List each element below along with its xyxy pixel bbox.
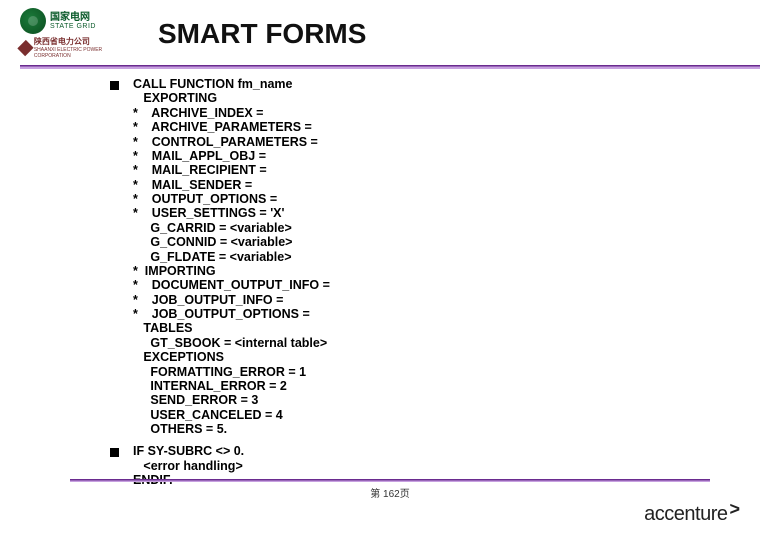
shaanxi-logo: 陕西省电力公司 SHAANXI ELECTRIC POWER CORPORATI… <box>20 36 130 59</box>
footer-divider <box>70 479 710 482</box>
state-grid-icon <box>20 8 46 34</box>
code-block-1: CALL FUNCTION fm_name EXPORTING * ARCHIV… <box>133 77 330 436</box>
state-grid-logo: 国家电网 STATE GRID <box>20 8 130 34</box>
shaanxi-cn: 陕西省电力公司 <box>34 36 130 47</box>
page-number: 第 162页 <box>370 485 409 500</box>
accenture-arrow-icon: > <box>729 499 740 520</box>
header-divider <box>20 65 760 69</box>
logo-area: 国家电网 STATE GRID 陕西省电力公司 SHAANXI ELECTRIC… <box>20 8 130 59</box>
content-area: CALL FUNCTION fm_name EXPORTING * ARCHIV… <box>0 77 780 488</box>
shaanxi-en: SHAANXI ELECTRIC POWER CORPORATION <box>34 47 130 59</box>
accenture-logo: accenture > <box>644 503 740 526</box>
state-grid-en: STATE GRID <box>50 23 96 30</box>
state-grid-cn: 国家电网 <box>50 13 96 23</box>
bullet-icon <box>110 81 119 90</box>
accenture-text: accenture <box>644 503 727 526</box>
slide-header: 国家电网 STATE GRID 陕西省电力公司 SHAANXI ELECTRIC… <box>0 0 780 63</box>
bullet-icon <box>110 448 119 457</box>
shaanxi-icon <box>17 39 33 55</box>
page-title: SMART FORMS <box>158 18 366 50</box>
bullet-item-1: CALL FUNCTION fm_name EXPORTING * ARCHIV… <box>110 77 780 436</box>
